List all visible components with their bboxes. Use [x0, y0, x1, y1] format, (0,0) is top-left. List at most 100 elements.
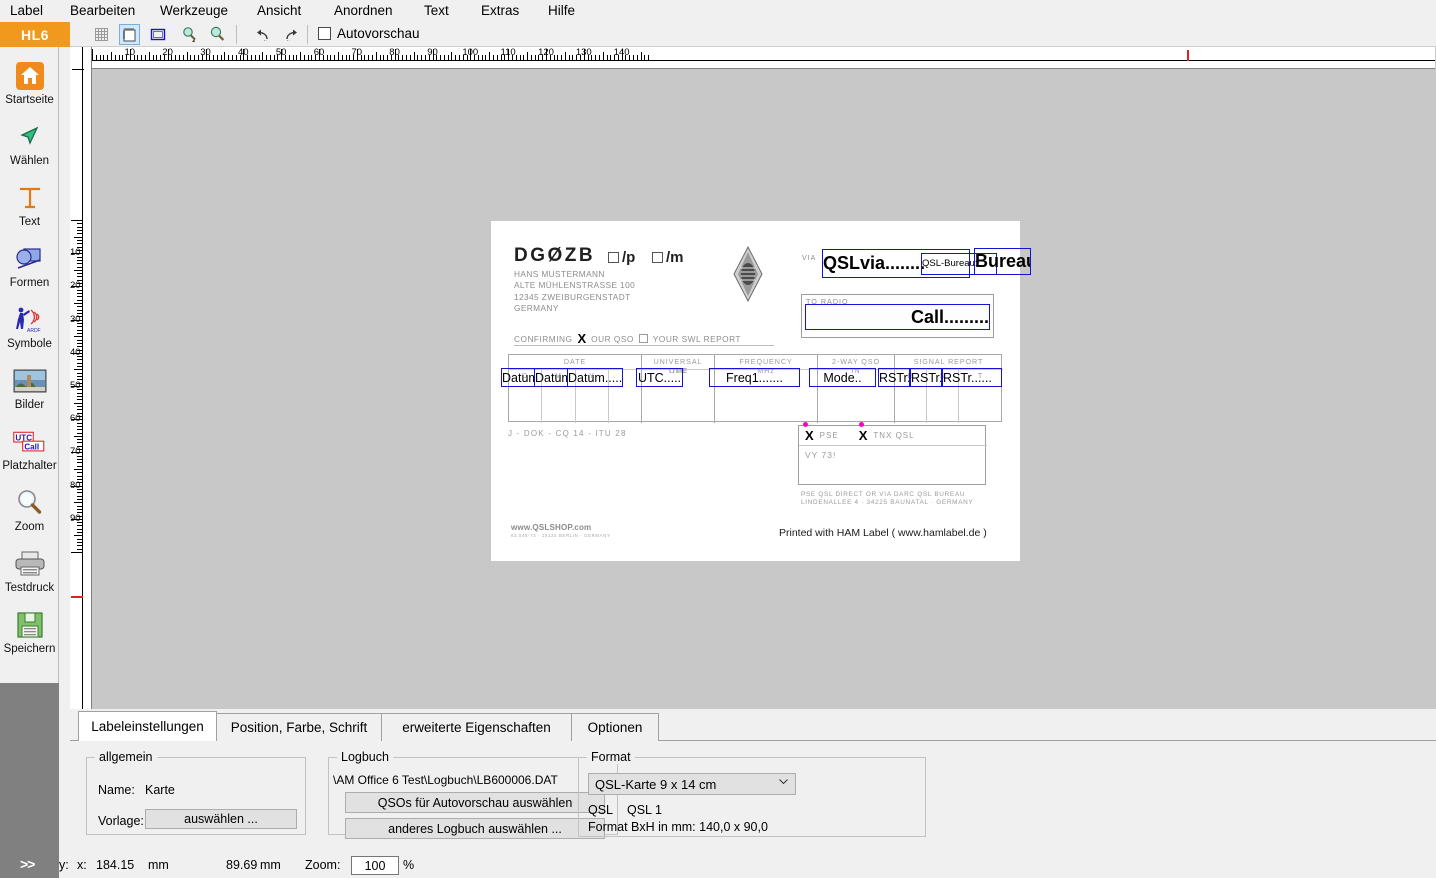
ruler-label-v: 60: [70, 413, 81, 425]
placeholder-bureau[interactable]: Bureau.......: [974, 248, 1031, 275]
ruler-tick-v: [74, 369, 83, 371]
card-suffix-m: /m: [652, 249, 684, 266]
placeholder-datum-m[interactable]: Datum...: [534, 368, 568, 387]
menu-item-label[interactable]: Label: [10, 3, 43, 18]
menu-item-text[interactable]: Text: [424, 3, 449, 18]
menu-item-anordnen[interactable]: Anordnen: [334, 3, 393, 18]
shop-logo-line1: www.QSLSHOP.com: [511, 523, 592, 532]
ruler-tick-v: [77, 548, 83, 550]
sidebar-item-label: Zoom: [14, 521, 45, 533]
tab-labeleinstellungen[interactable]: Labeleinstellungen: [78, 711, 217, 742]
ruler-tick: [633, 55, 634, 61]
ruler-label: 10: [124, 47, 136, 58]
expand-chevron-icon[interactable]: >>: [20, 856, 35, 872]
ruler-tick: [232, 55, 233, 61]
menu-item-bearbeiten[interactable]: Bearbeiten: [70, 3, 135, 18]
ruler-tick: [534, 55, 536, 61]
tab-optionen[interactable]: Optionen: [571, 713, 659, 741]
format-select[interactable]: QSL-Karte 9 x 14 cm: [588, 773, 796, 795]
chevron-down-icon[interactable]: [779, 779, 788, 784]
placeholder-rst-s[interactable]: RSTr.: [910, 368, 942, 387]
ruler-tick: [337, 52, 339, 61]
placeholder-datum-d[interactable]: Datum...: [501, 368, 535, 387]
sidebar-item-speichern[interactable]: Speichern: [0, 608, 59, 655]
placeholder-mode[interactable]: Mode..: [809, 368, 876, 387]
redo-icon[interactable]: [281, 24, 302, 45]
sidebar-item-zoom[interactable]: Zoom: [0, 486, 59, 533]
placeholder-text: Datum...: [535, 370, 567, 385]
ruler-label-v: 90: [70, 512, 81, 524]
ruler-label-v: 30: [70, 313, 81, 325]
group-label: Format: [587, 750, 635, 764]
magnifier-icon: [13, 486, 47, 520]
autovorschau-checkbox[interactable]: Autovorschau: [318, 26, 420, 41]
ruler-tick: [644, 55, 646, 61]
sidebar-item-testdruck[interactable]: Testdruck: [0, 547, 59, 594]
menu-item-werkzeuge[interactable]: Werkzeuge: [160, 3, 228, 18]
sidebar-item-bilder[interactable]: Bilder: [0, 364, 59, 411]
ruler-tick-v: [77, 223, 83, 225]
menu-item-extras[interactable]: Extras: [481, 3, 519, 18]
our-qso-label: OUR QSO: [591, 333, 634, 344]
sidebar-item-symbole[interactable]: ARDF Symbole: [0, 303, 59, 350]
ruler-tick-v: [77, 505, 83, 507]
sidebar-item-label: Platzhalter: [2, 460, 57, 472]
qsl-label: QSL: [588, 803, 614, 817]
sidebar-item-formen[interactable]: Formen: [0, 242, 59, 289]
sidebar-item-label: Bilder: [14, 399, 45, 411]
ruler-tick: [145, 55, 146, 61]
ruler-tick-v: [77, 359, 83, 361]
zoom-out-icon[interactable]: [179, 24, 200, 45]
placeholder-datum-y[interactable]: Datum.....: [567, 368, 623, 387]
pse-tnx-header: X PSE X TNX QSL: [799, 426, 987, 446]
vy-73-label: VY 73!: [805, 450, 837, 460]
menu-item-ansicht[interactable]: Ansicht: [257, 3, 301, 18]
ruler-tick-v: [71, 220, 83, 221]
sidebar-item-startseite[interactable]: Startseite: [0, 59, 59, 106]
undo-icon[interactable]: [251, 24, 272, 45]
sidebar-expand-panel[interactable]: >>: [0, 683, 59, 878]
menu-item-hilfe[interactable]: Hilfe: [548, 3, 575, 18]
th-date: DATE: [563, 357, 587, 366]
sidebar-item-platzhalter[interactable]: UTC Call Platzhalter: [0, 425, 59, 472]
ruler-tick: [254, 55, 256, 61]
selection-handle[interactable]: [803, 422, 808, 427]
checkbox-m-icon: [652, 252, 663, 263]
select-qsos-button[interactable]: QSOs für Autovorschau auswählen: [345, 792, 605, 813]
checkbox-box[interactable]: [318, 27, 331, 40]
ardf-symbol-icon: ARDF: [13, 303, 47, 337]
placeholder-call[interactable]: Call.........: [805, 304, 990, 330]
qsl-card-preview[interactable]: DGØZB /p /m HANS MUSTERMANN ALTE MÜHLENS…: [491, 221, 1031, 561]
placeholder-rst-r[interactable]: RSTr.: [878, 368, 910, 387]
selection-handle[interactable]: [859, 422, 864, 427]
design-canvas[interactable]: DGØZB /p /m HANS MUSTERMANN ALTE MÜHLENS…: [92, 69, 1436, 709]
card-confirming-row: CONFIRMING X OUR QSO YOUR SWL REPORT: [514, 331, 774, 346]
tab-erweiterte-eigenschaften[interactable]: erweiterte Eigenschaften: [381, 713, 572, 741]
ruler-tick: [383, 55, 385, 61]
sidebar-item-text[interactable]: Text: [0, 181, 59, 228]
frame-icon[interactable]: [147, 24, 168, 45]
ruler-tick-v: [77, 432, 83, 434]
page-ruler-icon[interactable]: [119, 24, 140, 45]
zoom-in-icon[interactable]: [207, 24, 228, 45]
ruler-tick: [447, 55, 449, 61]
ruler-tick-v: [77, 396, 83, 397]
toolbar-divider: [236, 25, 237, 44]
pse-label: PSE: [819, 431, 839, 440]
other-logbook-button[interactable]: anderes Logbuch auswählen ...: [345, 818, 605, 839]
grid-icon[interactable]: [91, 24, 112, 45]
utc-call-placeholder-icon: UTC Call: [12, 425, 47, 459]
ruler-tick: [602, 52, 604, 61]
tab-position-farbe-schrift[interactable]: Position, Farbe, Schrift: [216, 713, 382, 741]
placeholder-text: QSLvia........: [823, 253, 926, 273]
placeholder-utc[interactable]: UTC.....: [636, 368, 683, 387]
ruler-tick-v: [77, 342, 83, 344]
zoom-input[interactable]: 100: [351, 856, 399, 875]
placeholder-rst-t[interactable]: RSTr......: [942, 368, 1002, 387]
ruler-tick: [481, 55, 483, 61]
sidebar-item-waehlen[interactable]: Wählen: [0, 120, 59, 167]
placeholder-freq[interactable]: Freq1.......: [709, 368, 800, 387]
vorlage-auswaehlen-button[interactable]: auswählen ...: [145, 809, 297, 829]
card-dok-line: J - DOK - CQ 14 - ITU 28: [508, 429, 627, 438]
status-x-label: x:: [77, 858, 87, 872]
